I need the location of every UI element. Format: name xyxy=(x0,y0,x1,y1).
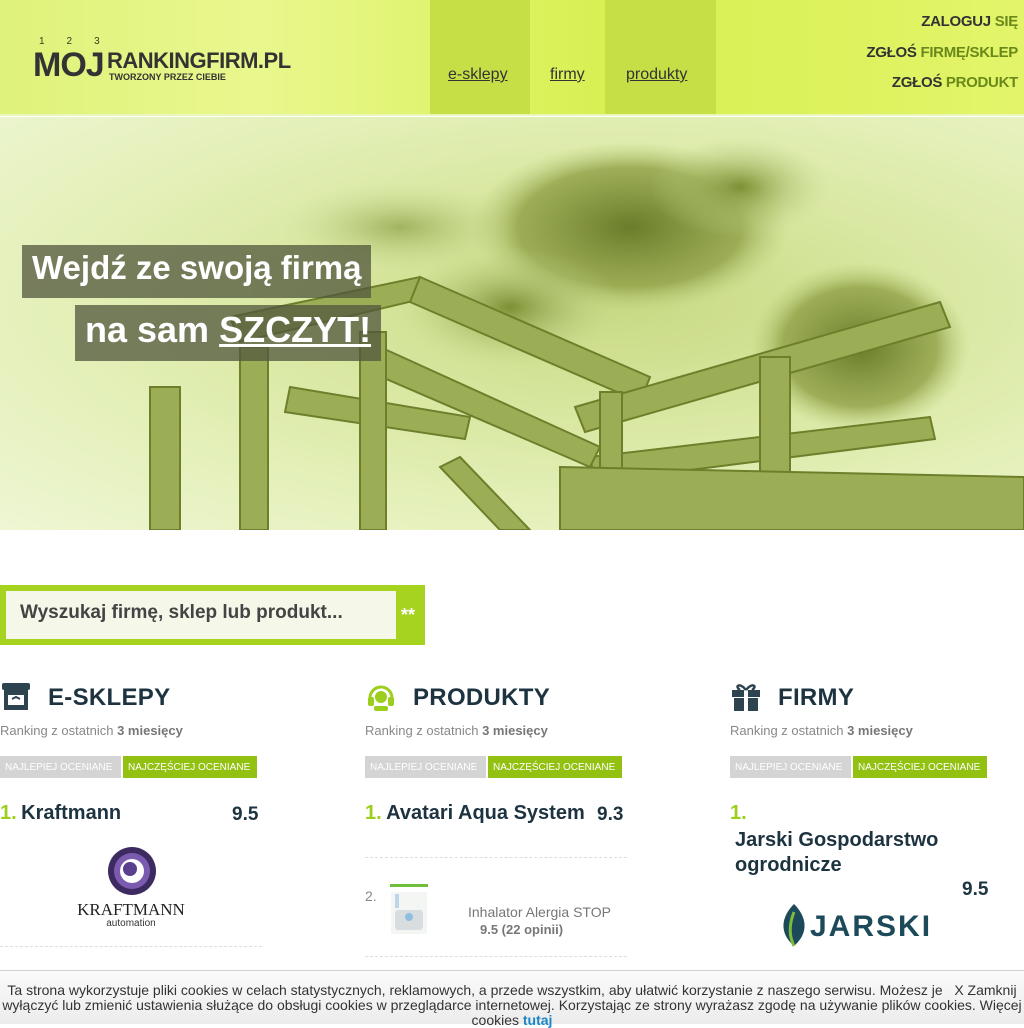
produkty-subtitle: Ranking z ostatnich 3 miesięcy xyxy=(365,723,548,738)
esklepy-header: E-SKLEPY xyxy=(0,678,270,714)
esklepy-title: E-SKLEPY xyxy=(48,684,171,711)
rank-number: 1. xyxy=(365,802,382,824)
site-header: 123 MOJ RANKINGFIRM.PL TWORZONY PRZEZ CI… xyxy=(0,0,1024,116)
divider xyxy=(365,956,627,957)
firmy-header: FIRMY xyxy=(730,678,1000,714)
hero-slogan-prefix: na sam xyxy=(85,309,220,350)
produkty-header: PRODUKTY xyxy=(365,678,635,714)
search-bar: Wyszukaj firmę, sklep lub produkt... ** xyxy=(0,585,425,645)
headset-icon xyxy=(368,685,394,711)
nav-link-produkty[interactable]: produkty xyxy=(626,66,687,84)
search-input[interactable]: Wyszukaj firmę, sklep lub produkt... xyxy=(6,591,396,639)
hero-slogan-line1: Wejdź ze swoją firmą xyxy=(22,245,372,298)
firmy-tab-best[interactable]: NAJLEPIEJ OCENIANE xyxy=(730,756,851,778)
produkty-item-1[interactable]: 1. Avatari Aqua System 9.3 xyxy=(365,802,627,825)
hero-slogan-line2: na sam SZCZYT! xyxy=(75,305,382,361)
search-stars: ** xyxy=(401,605,416,625)
logo-moj: MOJ xyxy=(33,46,105,84)
esklepy-tab-best[interactable]: NAJLEPIEJ OCENIANE xyxy=(0,756,121,778)
gift-icon xyxy=(732,684,760,711)
site-logo[interactable]: 123 MOJ RANKINGFIRM.PL TWORZONY PRZEZ CI… xyxy=(33,36,313,86)
nav-link-firmy[interactable]: firmy xyxy=(550,66,585,84)
cookie-line-1: Ta strona wykorzystuje pliki cookies w c… xyxy=(0,983,1024,998)
esklepy-subtitle-period: 3 miesięcy xyxy=(117,723,183,738)
logo-tagline: TWORZONY PRZEZ CIEBIE xyxy=(109,72,226,82)
jarski-leaf-icon xyxy=(783,904,805,947)
divider xyxy=(0,946,262,947)
cookie-text-3: cookies xyxy=(471,1013,519,1028)
item-name[interactable]: Inhalator Alergia STOP xyxy=(468,904,611,920)
esklepy-column: E-SKLEPY Ranking z ostatnich 3 miesięcy … xyxy=(0,678,262,978)
firmy-tab-most[interactable]: NAJCZĘŚCIEJ OCENIANE xyxy=(853,756,987,778)
esklepy-item-1[interactable]: 1. Kraftmann 9.5 xyxy=(0,802,262,825)
submit-company-link[interactable]: ZGŁOŚ FIRMĘ/SKLEP xyxy=(866,44,1018,61)
produkty-subtitle-prefix: Ranking z ostatnich xyxy=(365,723,483,738)
cookie-text-1: Ta strona wykorzystuje pliki cookies w c… xyxy=(7,983,943,998)
firmy-subtitle-prefix: Ranking z ostatnich xyxy=(730,723,848,738)
produkty-column: PRODUKTY Ranking z ostatnich 3 miesięcy … xyxy=(365,678,627,978)
shop-icon xyxy=(2,683,30,710)
item-name[interactable]: Kraftmann xyxy=(21,802,121,824)
cookie-bar: Ta strona wykorzystuje pliki cookies w c… xyxy=(0,970,1024,1028)
login-link[interactable]: ZALOGUJ SIĘ xyxy=(921,13,1018,30)
login-link-text: ZALOGUJ xyxy=(921,13,991,30)
hero-banner: Wejdź ze swoją firmą na sam SZCZYT! xyxy=(0,117,1024,530)
submit-product-accent: PRODUKT xyxy=(945,74,1018,91)
inhalator-thumbnail[interactable] xyxy=(390,884,430,936)
produkty-subtitle-period: 3 miesięcy xyxy=(482,723,548,738)
esklepy-subtitle: Ranking z ostatnich 3 miesięcy xyxy=(0,723,183,738)
esklepy-subtitle-prefix: Ranking z ostatnich xyxy=(0,723,118,738)
esklepy-tab-most[interactable]: NAJCZĘŚCIEJ OCENIANE xyxy=(123,756,257,778)
nav-tab-produkty[interactable]: produkty xyxy=(605,0,716,114)
cookie-more-link[interactable]: tutaj xyxy=(523,1013,553,1028)
cookie-line-3: cookies tutaj xyxy=(0,1013,1024,1028)
logo-rankingfirm: RANKINGFIRM.PL xyxy=(107,48,291,73)
kraftmann-logo-text: KRAFTMANN xyxy=(77,900,185,919)
jarski-logo-text: JARSKI xyxy=(810,910,933,943)
divider xyxy=(365,857,627,858)
submit-company-text: ZGŁOŚ xyxy=(866,44,917,61)
item-name[interactable]: Jarski Gospodarstwo ogrodnicze xyxy=(735,828,965,878)
submit-product-link[interactable]: ZGŁOŚ PRODUKT xyxy=(892,74,1018,91)
item-rating: 9.5 (22 opinii) xyxy=(480,922,564,937)
firmy-subtitle: Ranking z ostatnich 3 miesięcy xyxy=(730,723,913,738)
rank-number: 1. xyxy=(0,802,17,824)
submit-product-text: ZGŁOŚ xyxy=(891,74,943,91)
submit-company-accent: FIRMĘ/SKLEP xyxy=(920,44,1018,61)
produkty-tab-best[interactable]: NAJLEPIEJ OCENIANE xyxy=(365,756,486,778)
login-link-accent: SIĘ xyxy=(994,13,1019,30)
nav-tab-firmy[interactable]: firmy xyxy=(530,0,605,114)
nav-link-esklepy[interactable]: e-sklepy xyxy=(448,66,508,84)
cookie-close-button[interactable]: X Zamknij xyxy=(954,983,1016,998)
item-score: 9.5 xyxy=(962,879,989,900)
rank-number: 1. xyxy=(730,802,747,824)
produkty-item-2[interactable]: 2. Inhalator Alergia STOP 9.5 (22 opinii… xyxy=(365,884,627,944)
rank-number: 2. xyxy=(365,888,377,904)
item-score: 9.5 xyxy=(232,804,259,825)
kraftmann-swirl-icon xyxy=(108,847,156,895)
firmy-title: FIRMY xyxy=(778,684,855,711)
firmy-subtitle-period: 3 miesięcy xyxy=(847,723,913,738)
produkty-title: PRODUKTY xyxy=(413,684,551,711)
item-name[interactable]: Avatari Aqua System xyxy=(386,802,585,824)
produkty-tab-most[interactable]: NAJCZĘŚCIEJ OCENIANE xyxy=(488,756,622,778)
hero-slogan-emphasis: SZCZYT! xyxy=(219,309,372,350)
nav-tab-esklepy[interactable]: e-sklepy xyxy=(430,0,530,114)
firmy-item-1[interactable]: 1. Jarski Gospodarstwo ogrodnicze 9.5 xyxy=(730,802,992,900)
jarski-logo[interactable]: JARSKI xyxy=(770,898,950,958)
firmy-column: FIRMY Ranking z ostatnich 3 miesięcy NAJ… xyxy=(730,678,992,978)
cookie-line-2: wyłączyć lub zmienić ustawienia służące … xyxy=(2,998,1022,1013)
item-score: 9.3 xyxy=(597,804,624,825)
kraftmann-logo[interactable]: KRAFTMANN automation xyxy=(72,844,188,929)
kraftmann-logo-sub: automation xyxy=(106,918,156,929)
